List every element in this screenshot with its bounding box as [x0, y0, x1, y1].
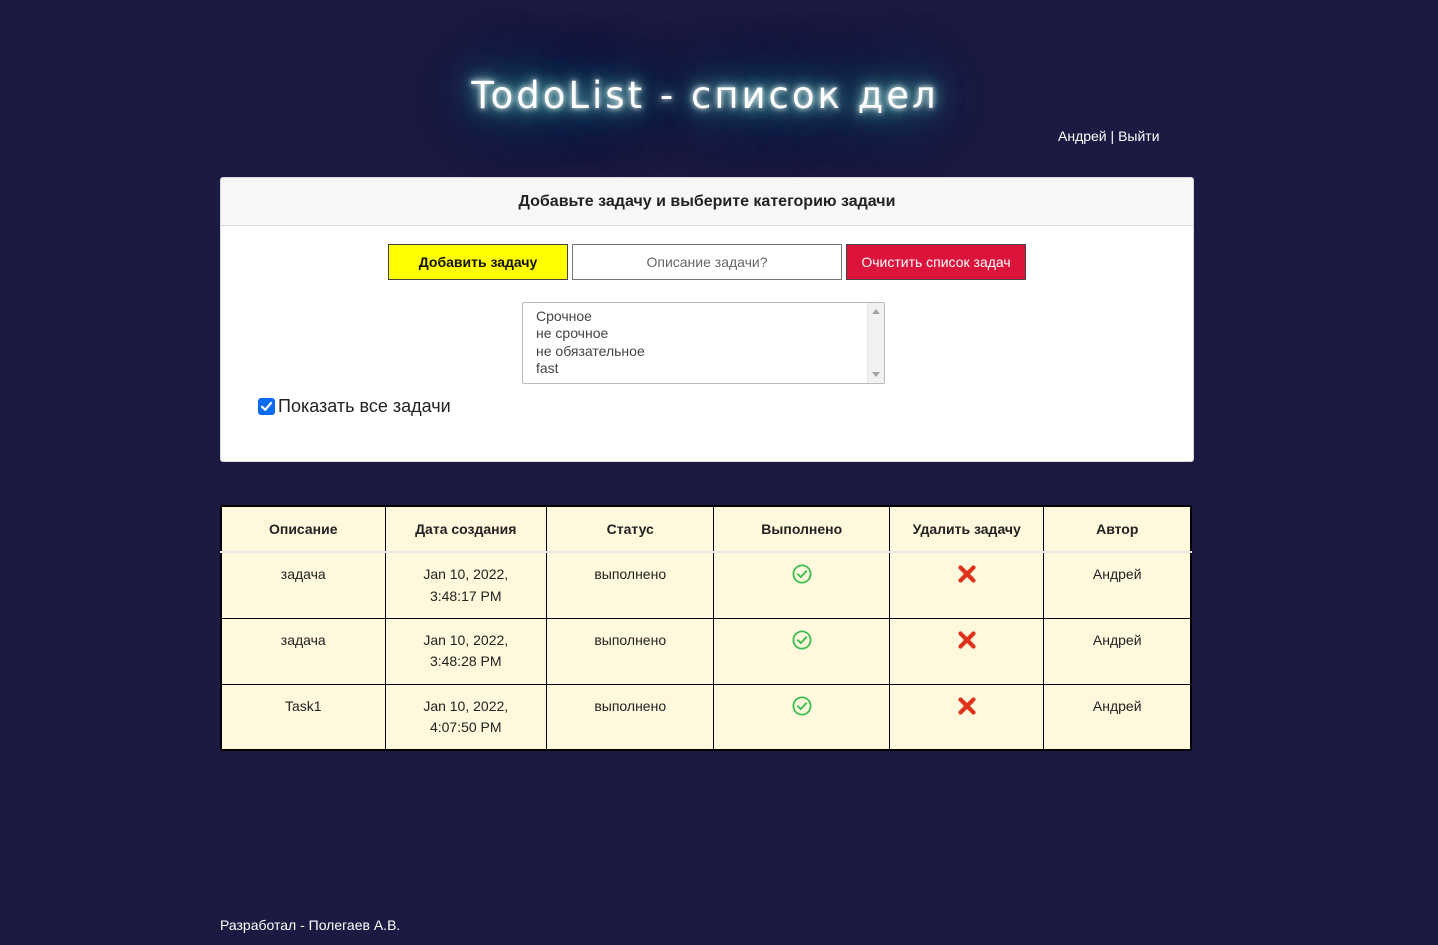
task-description-input[interactable] — [572, 244, 842, 280]
user-name-link[interactable]: Андрей — [1058, 128, 1107, 144]
task-description: Task1 — [220, 683, 386, 751]
footer-credits: Разработал - Полегаев А.В. — [220, 917, 401, 933]
tasks-table: Описание Дата создания Статус Выполнено … — [220, 505, 1193, 751]
task-delete-cell — [888, 551, 1045, 619]
check-circle-icon[interactable] — [792, 564, 812, 584]
task-date-line2: 3:48:28 PM — [429, 653, 502, 669]
task-delete-cell — [888, 617, 1045, 685]
task-date-line2: 4:07:50 PM — [429, 719, 502, 735]
task-done-cell — [713, 617, 890, 685]
task-date: Jan 10, 2022, 4:07:50 PM — [384, 683, 547, 751]
user-bar: Андрей | Выйти — [1058, 128, 1160, 144]
task-date: Jan 10, 2022, 3:48:17 PM — [384, 551, 547, 619]
scroll-down-arrow-icon[interactable] — [872, 372, 880, 377]
task-author: Андрей — [1043, 683, 1193, 751]
category-scrollbar[interactable] — [867, 303, 884, 383]
x-delete-icon[interactable] — [957, 564, 977, 584]
task-date-line1: Jan 10, 2022, — [423, 631, 509, 648]
panel-heading: Добавьте задачу и выберите категорию зад… — [221, 178, 1193, 226]
task-date-line1: Jan 10, 2022, — [423, 697, 509, 714]
task-date: Jan 10, 2022, 3:48:28 PM — [384, 617, 547, 685]
x-delete-icon[interactable] — [957, 696, 977, 716]
add-task-panel: Добавьте задачу и выберите категорию зад… — [220, 177, 1194, 462]
column-header-author: Автор — [1043, 505, 1193, 553]
task-status: выполнено — [545, 551, 715, 619]
task-description: задача — [220, 551, 386, 619]
column-header-description: Описание — [220, 505, 386, 553]
category-option[interactable]: не обязательное — [536, 343, 884, 360]
table-header-row: Описание Дата создания Статус Выполнено … — [220, 505, 1193, 553]
column-header-delete: Удалить задачу — [888, 505, 1045, 553]
show-all-toggle[interactable]: Показать все задачи — [258, 396, 451, 417]
task-description: задача — [220, 617, 386, 685]
task-delete-cell — [888, 683, 1045, 751]
column-header-done: Выполнено — [713, 505, 890, 553]
column-header-date: Дата создания — [384, 505, 547, 553]
category-option[interactable]: fast — [536, 360, 884, 377]
task-done-cell — [713, 683, 890, 751]
task-done-cell — [713, 551, 890, 619]
x-delete-icon[interactable] — [957, 630, 977, 650]
checkmark-icon — [260, 401, 273, 411]
category-option[interactable]: не срочное — [536, 325, 884, 342]
table-row: задача Jan 10, 2022, 3:48:28 PM выполнено… — [220, 617, 1193, 685]
scroll-up-arrow-icon[interactable] — [872, 309, 880, 314]
check-circle-icon[interactable] — [792, 629, 812, 650]
category-option[interactable]: Срочное — [536, 308, 884, 325]
table-row: Task1 Jan 10, 2022, 4:07:50 PM выполнено … — [220, 683, 1193, 751]
show-all-checkbox[interactable] — [258, 398, 275, 415]
category-select[interactable]: Срочное не срочное не обязательное fast — [522, 302, 885, 384]
task-date-line1: Jan 10, 2022, — [423, 566, 509, 582]
task-status: выполнено — [545, 683, 715, 751]
column-header-status: Статус — [545, 505, 715, 553]
clear-tasks-button[interactable]: Очистить список задач — [846, 244, 1026, 280]
add-task-button[interactable]: Добавить задачу — [388, 244, 568, 280]
task-author: Андрей — [1043, 617, 1193, 685]
table-row: задача Jan 10, 2022, 3:48:17 PM выполнено… — [220, 551, 1193, 619]
task-status: выполнено — [545, 617, 715, 685]
task-author: Андрей — [1043, 551, 1193, 619]
logout-link[interactable]: Выйти — [1118, 128, 1159, 144]
show-all-label: Показать все задачи — [278, 396, 451, 416]
check-circle-icon[interactable] — [792, 695, 812, 716]
task-date-line2: 3:48:17 PM — [429, 587, 502, 604]
page-title: TodoList - список дел — [471, 74, 939, 117]
user-bar-separator: | — [1106, 128, 1119, 144]
